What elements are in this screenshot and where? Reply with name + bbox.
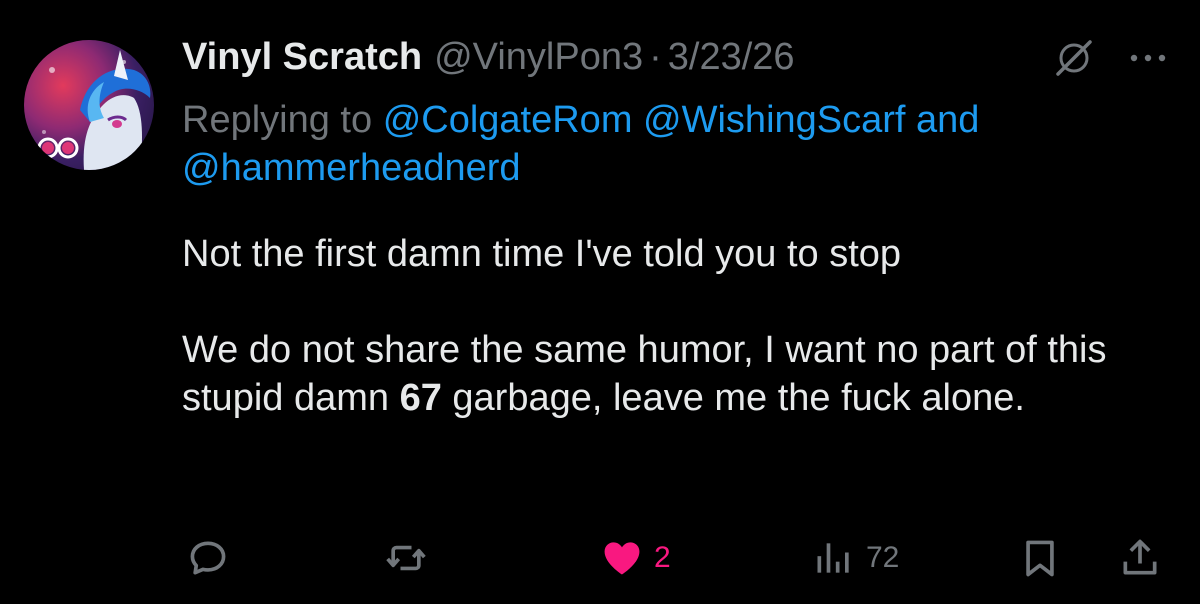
tweet-text-paragraph: We do not share the same humor, I want n… xyxy=(182,326,1182,422)
tweet-text: Not the first damn time I've told you to… xyxy=(182,230,1182,422)
share-button[interactable] xyxy=(1118,536,1162,580)
action-bar: 2 72 xyxy=(0,530,1200,590)
tweet-text-bold: 67 xyxy=(399,377,442,419)
tweet-text-line: Not the first damn time I've told you to… xyxy=(182,233,902,275)
views-button[interactable]: 72 xyxy=(812,536,899,580)
bookmark-button[interactable] xyxy=(1018,536,1062,580)
views-count: 72 xyxy=(866,541,900,574)
tweet-header: Vinyl Scratch @VinylPon3 · 3/23/26 xyxy=(182,34,795,80)
tweet-text-segment: garbage, leave me the fuck alone. xyxy=(441,377,1025,419)
reply-icon xyxy=(190,541,226,575)
retweet-button[interactable] xyxy=(384,536,428,580)
mention-joiner[interactable]: and xyxy=(916,99,979,141)
heart-filled-icon xyxy=(604,542,640,575)
grok-icon[interactable] xyxy=(1054,38,1094,78)
display-name[interactable]: Vinyl Scratch xyxy=(182,34,422,80)
user-handle[interactable]: @VinylPon3 xyxy=(434,34,643,80)
replying-prefix: Replying to xyxy=(182,99,373,141)
mention-link[interactable]: @ColgateRom xyxy=(383,99,633,141)
replying-to: Replying to @ColgateRom @WishingScarf an… xyxy=(182,96,1172,192)
mention-link[interactable]: @hammerheadnerd xyxy=(182,147,521,189)
separator-dot: · xyxy=(649,36,662,78)
tweet-date[interactable]: 3/23/26 xyxy=(668,34,795,80)
share-icon xyxy=(1123,539,1157,575)
bookmark-icon xyxy=(1026,540,1054,577)
like-button[interactable]: 2 xyxy=(600,536,671,580)
like-count: 2 xyxy=(654,541,671,574)
avatar-image xyxy=(37,50,151,170)
avatar[interactable] xyxy=(24,40,154,170)
views-icon xyxy=(817,543,849,573)
reply-button[interactable] xyxy=(186,536,230,580)
retweet-icon xyxy=(386,545,426,571)
more-options-icon[interactable] xyxy=(1128,50,1168,66)
mention-link[interactable]: @WishingScarf xyxy=(643,99,905,141)
